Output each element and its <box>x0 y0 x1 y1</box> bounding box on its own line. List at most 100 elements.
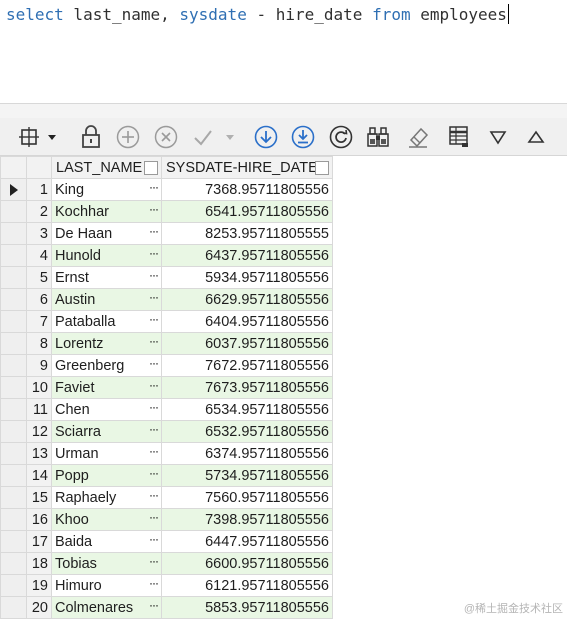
cell-sysdate-hire-date[interactable]: 6404.95711805556 <box>161 310 333 333</box>
cell-sysdate-hire-date[interactable]: 5853.95711805556 <box>161 596 333 619</box>
cell-editor-ellipsis-button[interactable]: ··· <box>149 510 159 524</box>
row-selector[interactable] <box>0 398 27 421</box>
cell-last-name[interactable]: Lorentz ··· <box>51 332 162 355</box>
table-row[interactable]: 12 Sciarra ··· 6532.95711805556 <box>0 420 333 443</box>
table-row[interactable]: 16 Khoo ··· 7398.95711805556 <box>0 508 333 531</box>
cell-editor-ellipsis-button[interactable]: ··· <box>149 422 159 436</box>
grid-layout-icon[interactable] <box>16 124 42 150</box>
cell-last-name[interactable]: Chen ··· <box>51 398 162 421</box>
fetch-next-icon[interactable] <box>253 124 279 150</box>
cell-editor-ellipsis-button[interactable]: ··· <box>149 334 159 348</box>
refresh-icon[interactable] <box>328 124 354 150</box>
column-filter-box[interactable] <box>315 161 329 175</box>
cell-editor-ellipsis-button[interactable]: ··· <box>149 532 159 546</box>
cell-last-name[interactable]: Sciarra ··· <box>51 420 162 443</box>
delete-row-icon[interactable] <box>153 124 179 150</box>
cell-sysdate-hire-date[interactable]: 6600.95711805556 <box>161 552 333 575</box>
cell-editor-ellipsis-button[interactable]: ··· <box>149 268 159 282</box>
post-changes-icon[interactable] <box>190 124 216 150</box>
cell-editor-ellipsis-button[interactable]: ··· <box>149 378 159 392</box>
cell-last-name[interactable]: King ··· <box>51 178 162 201</box>
cell-sysdate-hire-date[interactable]: 5734.95711805556 <box>161 464 333 487</box>
cell-editor-ellipsis-button[interactable]: ··· <box>149 224 159 238</box>
cell-editor-ellipsis-button[interactable]: ··· <box>149 202 159 216</box>
cell-sysdate-hire-date[interactable]: 6121.95711805556 <box>161 574 333 597</box>
cell-last-name[interactable]: Popp ··· <box>51 464 162 487</box>
cell-last-name[interactable]: Greenberg ··· <box>51 354 162 377</box>
cell-editor-ellipsis-button[interactable]: ··· <box>149 180 159 194</box>
cell-sysdate-hire-date[interactable]: 6037.95711805556 <box>161 332 333 355</box>
table-row[interactable]: 15 Raphaely ··· 7560.95711805556 <box>0 486 333 509</box>
row-selector[interactable] <box>0 178 27 201</box>
sort-down-icon[interactable] <box>485 124 511 150</box>
cell-last-name[interactable]: Tobias ··· <box>51 552 162 575</box>
cell-editor-ellipsis-button[interactable]: ··· <box>149 576 159 590</box>
fetch-all-icon[interactable] <box>290 124 316 150</box>
table-row[interactable]: 6 Austin ··· 6629.95711805556 <box>0 288 333 311</box>
cell-sysdate-hire-date[interactable]: 6437.95711805556 <box>161 244 333 267</box>
binoculars-icon[interactable] <box>365 124 391 150</box>
table-row[interactable]: 8 Lorentz ··· 6037.95711805556 <box>0 332 333 355</box>
cell-editor-ellipsis-button[interactable]: ··· <box>149 290 159 304</box>
table-row[interactable]: 14 Popp ··· 5734.95711805556 <box>0 464 333 487</box>
cell-last-name[interactable]: Khoo ··· <box>51 508 162 531</box>
sql-editor[interactable]: select last_name, sysdate - hire_date fr… <box>0 0 567 104</box>
row-selector[interactable] <box>0 442 27 465</box>
cell-last-name[interactable]: Urman ··· <box>51 442 162 465</box>
row-selector[interactable] <box>0 266 27 289</box>
row-selector[interactable] <box>0 552 27 575</box>
table-row[interactable]: 7 Pataballa ··· 6404.95711805556 <box>0 310 333 333</box>
cell-editor-ellipsis-button[interactable]: ··· <box>149 400 159 414</box>
cell-sysdate-hire-date[interactable]: 5934.95711805556 <box>161 266 333 289</box>
cell-sysdate-hire-date[interactable]: 8253.95711805555 <box>161 222 333 245</box>
cell-sysdate-hire-date[interactable]: 6534.95711805556 <box>161 398 333 421</box>
sort-up-icon[interactable] <box>523 124 549 150</box>
row-selector[interactable] <box>0 244 27 267</box>
row-selector[interactable] <box>0 200 27 223</box>
table-row[interactable]: 9 Greenberg ··· 7672.95711805556 <box>0 354 333 377</box>
table-row[interactable]: 1 King ··· 7368.95711805556 <box>0 178 333 201</box>
column-filter-box[interactable] <box>144 161 158 175</box>
cell-sysdate-hire-date[interactable]: 7368.95711805556 <box>161 178 333 201</box>
cell-sysdate-hire-date[interactable]: 6541.95711805556 <box>161 200 333 223</box>
cell-editor-ellipsis-button[interactable]: ··· <box>149 444 159 458</box>
cell-last-name[interactable]: Raphaely ··· <box>51 486 162 509</box>
cell-sysdate-hire-date[interactable]: 6629.95711805556 <box>161 288 333 311</box>
table-row[interactable]: 11 Chen ··· 6534.95711805556 <box>0 398 333 421</box>
column-header-last-name[interactable]: LAST_NAME <box>51 156 162 179</box>
cell-last-name[interactable]: Colmenares ··· <box>51 596 162 619</box>
cell-last-name[interactable]: De Haan ··· <box>51 222 162 245</box>
row-selector[interactable] <box>0 596 27 619</box>
cell-last-name[interactable]: Kochhar ··· <box>51 200 162 223</box>
table-row[interactable]: 18 Tobias ··· 6600.95711805556 <box>0 552 333 575</box>
cell-last-name[interactable]: Ernst ··· <box>51 266 162 289</box>
export-grid-icon[interactable] <box>447 124 473 150</box>
row-selector[interactable] <box>0 530 27 553</box>
cell-editor-ellipsis-button[interactable]: ··· <box>149 466 159 480</box>
cell-editor-ellipsis-button[interactable]: ··· <box>149 246 159 260</box>
cell-last-name[interactable]: Baida ··· <box>51 530 162 553</box>
table-row[interactable]: 5 Ernst ··· 5934.95711805556 <box>0 266 333 289</box>
row-selector[interactable] <box>0 420 27 443</box>
cell-editor-ellipsis-button[interactable]: ··· <box>149 488 159 502</box>
row-selector[interactable] <box>0 310 27 333</box>
row-selector[interactable] <box>0 464 27 487</box>
table-row[interactable]: 13 Urman ··· 6374.95711805556 <box>0 442 333 465</box>
add-row-icon[interactable] <box>115 124 141 150</box>
dropdown-arrow-icon[interactable] <box>44 124 60 150</box>
cell-sysdate-hire-date[interactable]: 7398.95711805556 <box>161 508 333 531</box>
cell-last-name[interactable]: Hunold ··· <box>51 244 162 267</box>
clear-icon[interactable] <box>405 124 431 150</box>
table-row[interactable]: 19 Himuro ··· 6121.95711805556 <box>0 574 333 597</box>
table-row[interactable]: 10 Faviet ··· 7673.95711805556 <box>0 376 333 399</box>
cell-editor-ellipsis-button[interactable]: ··· <box>149 598 159 612</box>
table-row[interactable]: 4 Hunold ··· 6437.95711805556 <box>0 244 333 267</box>
table-row[interactable]: 3 De Haan ··· 8253.95711805555 <box>0 222 333 245</box>
column-header-sysdate-hire-date[interactable]: SYSDATE-HIRE_DATE <box>161 156 333 179</box>
cell-sysdate-hire-date[interactable]: 6374.95711805556 <box>161 442 333 465</box>
editor-splitter[interactable] <box>0 104 567 118</box>
cell-last-name[interactable]: Himuro ··· <box>51 574 162 597</box>
row-selector[interactable] <box>0 376 27 399</box>
post-dropdown-icon[interactable] <box>222 124 238 150</box>
cell-sysdate-hire-date[interactable]: 6447.95711805556 <box>161 530 333 553</box>
